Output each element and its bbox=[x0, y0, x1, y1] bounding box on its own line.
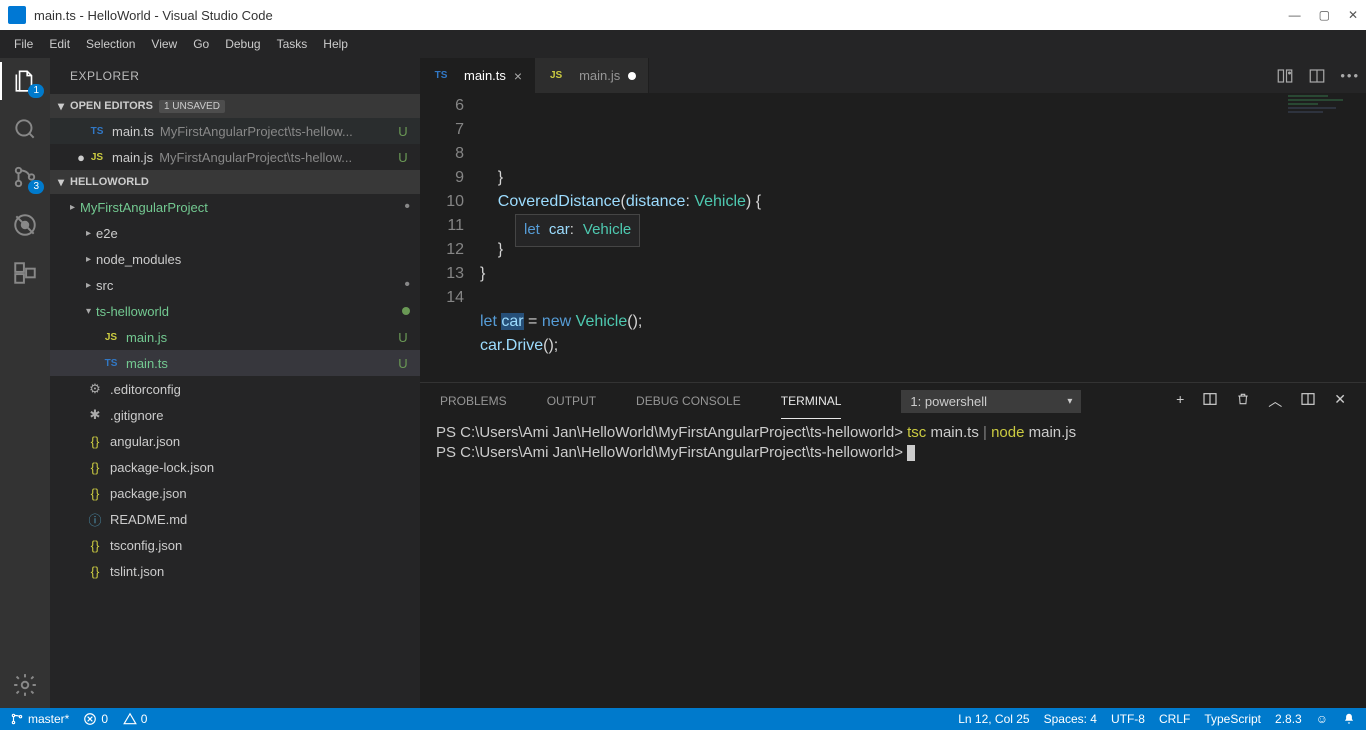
menubar: FileEditSelectionViewGoDebugTasksHelp bbox=[0, 30, 1366, 58]
maximize-panel-icon[interactable] bbox=[1300, 391, 1316, 411]
debug-icon[interactable] bbox=[12, 212, 38, 238]
panel-tabs: PROBLEMS OUTPUT DEBUG CONSOLE TERMINAL 1: p… bbox=[420, 383, 1366, 419]
status-errors[interactable]: 0 0 bbox=[83, 712, 147, 726]
tree-.gitignore[interactable]: ✱.gitignore bbox=[50, 402, 420, 428]
menu-file[interactable]: File bbox=[6, 33, 41, 55]
status-lang[interactable]: TypeScript bbox=[1204, 712, 1261, 726]
minimize-button[interactable]: — bbox=[1289, 8, 1301, 22]
code-editor[interactable]: 67891011121314 let car: Vehicle } Covere… bbox=[420, 93, 1366, 382]
terminal-cursor bbox=[907, 445, 915, 461]
tree-ts-helloworld[interactable]: ▾ts-helloworld bbox=[50, 298, 420, 324]
explorer-icon[interactable]: 1 bbox=[12, 68, 38, 94]
status-position[interactable]: Ln 12, Col 25 bbox=[958, 712, 1029, 726]
menu-help[interactable]: Help bbox=[315, 33, 356, 55]
panel-tab-debug-console[interactable]: DEBUG CONSOLE bbox=[636, 383, 741, 419]
term-prompt-1: PS C:\Users\Ami Jan\HelloWorld\MyFirstAn… bbox=[436, 424, 903, 441]
tree-angular.json[interactable]: {}angular.json bbox=[50, 428, 420, 454]
tab-main.ts[interactable]: TSmain.ts× bbox=[420, 58, 535, 93]
explorer-badge: 1 bbox=[28, 84, 44, 98]
panel-up-icon[interactable]: ︿ bbox=[1268, 391, 1282, 411]
split-editor-icon[interactable] bbox=[1308, 67, 1326, 85]
tree-package.json[interactable]: {}package.json bbox=[50, 480, 420, 506]
window-title: main.ts - HelloWorld - Visual Studio Cod… bbox=[34, 8, 273, 23]
status-spaces[interactable]: Spaces: 4 bbox=[1044, 712, 1097, 726]
tab-main.js[interactable]: JSmain.js bbox=[535, 58, 649, 93]
tree-main.ts[interactable]: TSmain.tsU bbox=[50, 350, 420, 376]
new-terminal-icon[interactable]: + bbox=[1176, 391, 1184, 411]
kill-terminal-icon[interactable] bbox=[1236, 391, 1250, 411]
tree-tsconfig.json[interactable]: {}tsconfig.json bbox=[50, 532, 420, 558]
project-header[interactable]: ▾ HELLOWORLD bbox=[50, 170, 420, 194]
tree-.editorconfig[interactable]: ⚙.editorconfig bbox=[50, 376, 420, 402]
panel-tab-problems[interactable]: PROBLEMS bbox=[440, 383, 507, 419]
activity-bar: 1 3 bbox=[0, 58, 50, 708]
search-icon[interactable] bbox=[12, 116, 38, 142]
status-branch[interactable]: master* bbox=[10, 712, 69, 726]
menu-go[interactable]: Go bbox=[185, 33, 217, 55]
scm-icon[interactable]: 3 bbox=[12, 164, 38, 190]
menu-selection[interactable]: Selection bbox=[78, 33, 143, 55]
minimap[interactable] bbox=[1286, 93, 1366, 133]
panel-tab-terminal[interactable]: TERMINAL bbox=[781, 383, 842, 419]
tree-main.js[interactable]: JSmain.jsU bbox=[50, 324, 420, 350]
tree-package-lock.json[interactable]: {}package-lock.json bbox=[50, 454, 420, 480]
open-editor-main.ts[interactable]: TSmain.tsMyFirstAngularProject\ts-hellow… bbox=[50, 118, 420, 144]
extensions-icon[interactable] bbox=[12, 260, 38, 286]
unsaved-badge: 1 UNSAVED bbox=[159, 100, 225, 113]
sidebar-title: EXPLORER bbox=[50, 58, 420, 94]
open-editor-main.js[interactable]: ●JSmain.jsMyFirstAngularProject\ts-hello… bbox=[50, 144, 420, 170]
terminal[interactable]: PS C:\Users\Ami Jan\HelloWorld\MyFirstAn… bbox=[420, 419, 1366, 708]
term-prompt-2: PS C:\Users\Ami Jan\HelloWorld\MyFirstAn… bbox=[436, 444, 903, 461]
tree-README.md[interactable]: ⓘREADME.md bbox=[50, 506, 420, 532]
close-tab-icon[interactable]: × bbox=[514, 68, 522, 84]
statusbar: master* 0 0 Ln 12, Col 25 Spaces: 4 UTF-… bbox=[0, 708, 1366, 730]
project-label: HELLOWORLD bbox=[70, 176, 149, 188]
vscode-icon bbox=[8, 6, 26, 24]
split-terminal-icon[interactable] bbox=[1202, 391, 1218, 411]
menu-view[interactable]: View bbox=[143, 33, 185, 55]
maximize-button[interactable]: ▢ bbox=[1319, 8, 1330, 22]
tree-node_modules[interactable]: ▸node_modules bbox=[50, 246, 420, 272]
menu-debug[interactable]: Debug bbox=[217, 33, 268, 55]
bell-icon[interactable] bbox=[1342, 712, 1356, 726]
panel: PROBLEMS OUTPUT DEBUG CONSOLE TERMINAL 1: p… bbox=[420, 382, 1366, 708]
terminal-select[interactable]: 1: powershell▾ bbox=[901, 390, 1081, 413]
titlebar: main.ts - HelloWorld - Visual Studio Cod… bbox=[0, 0, 1366, 30]
tree-src[interactable]: ▸src• bbox=[50, 272, 420, 298]
open-changes-icon[interactable] bbox=[1276, 67, 1294, 85]
more-icon[interactable]: ••• bbox=[1340, 68, 1360, 83]
tree-MyFirstAngularProject[interactable]: ▸MyFirstAngularProject• bbox=[50, 194, 420, 220]
menu-edit[interactable]: Edit bbox=[41, 33, 78, 55]
status-eol[interactable]: CRLF bbox=[1159, 712, 1190, 726]
editor-group: TSmain.ts×JSmain.js ••• 67891011121314 l… bbox=[420, 58, 1366, 708]
scm-badge: 3 bbox=[28, 180, 44, 194]
hover-hint: let car: Vehicle bbox=[515, 214, 640, 247]
unsaved-dot-icon bbox=[628, 72, 636, 80]
feedback-icon[interactable]: ☺ bbox=[1316, 712, 1328, 726]
menu-tasks[interactable]: Tasks bbox=[269, 33, 316, 55]
open-editors-label: OPEN EDITORS bbox=[70, 100, 153, 112]
status-version[interactable]: 2.8.3 bbox=[1275, 712, 1302, 726]
terminal-select-label: 1: powershell bbox=[910, 394, 987, 409]
panel-tab-output[interactable]: OUTPUT bbox=[547, 383, 596, 419]
tabs: TSmain.ts×JSmain.js ••• bbox=[420, 58, 1366, 93]
tree-e2e[interactable]: ▸e2e bbox=[50, 220, 420, 246]
close-button[interactable]: ✕ bbox=[1348, 8, 1358, 22]
status-encoding[interactable]: UTF-8 bbox=[1111, 712, 1145, 726]
gear-icon[interactable] bbox=[12, 672, 38, 698]
tree-tslint.json[interactable]: {}tslint.json bbox=[50, 558, 420, 584]
close-panel-icon[interactable]: ✕ bbox=[1334, 391, 1346, 411]
open-editors-header[interactable]: ▾ OPEN EDITORS 1 UNSAVED bbox=[50, 94, 420, 118]
sidebar: EXPLORER ▾ OPEN EDITORS 1 UNSAVED TSmain… bbox=[50, 58, 420, 708]
